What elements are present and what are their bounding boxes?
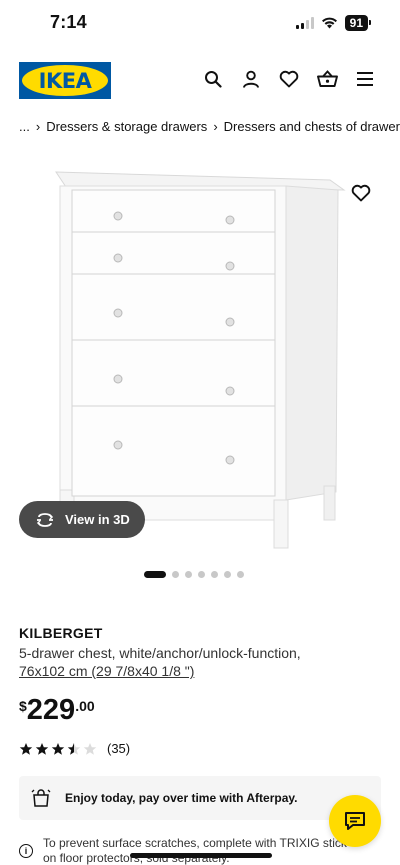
- info-note-text: To prevent surface scratches, complete w…: [43, 836, 351, 865]
- breadcrumb-separator: ›: [213, 119, 218, 134]
- product-price: $ 229 .00: [19, 694, 95, 726]
- info-note: i To prevent surface scratches, complete…: [19, 836, 364, 865]
- afterpay-banner[interactable]: Enjoy today, pay over time with Afterpay…: [19, 776, 381, 820]
- breadcrumb: ... › Dressers & storage drawers › Dress…: [19, 119, 400, 134]
- chat-icon: [345, 812, 365, 830]
- account-icon[interactable]: [240, 68, 262, 90]
- product-rating[interactable]: (35): [19, 741, 130, 756]
- star-full-icon: [51, 742, 65, 755]
- chat-button[interactable]: [329, 795, 381, 847]
- product-description: 5-drawer chest, white/anchor/unlock-func…: [19, 644, 379, 680]
- carousel-indicator[interactable]: [144, 571, 244, 578]
- carousel-dot[interactable]: [172, 571, 179, 578]
- shopping-bag-icon: [31, 789, 51, 807]
- wishlist-heart-icon[interactable]: [351, 184, 373, 206]
- price-whole: 229: [26, 694, 76, 726]
- logo-oval: IKEA: [22, 65, 108, 96]
- star-empty-icon: [83, 742, 97, 755]
- product-image[interactable]: [0, 160, 400, 560]
- dresser-illustration: [55, 171, 346, 549]
- star-full-icon: [35, 742, 49, 755]
- breadcrumb-separator: ›: [35, 119, 41, 134]
- carousel-dot[interactable]: [211, 571, 218, 578]
- carousel-dot[interactable]: [185, 571, 192, 578]
- heart-icon[interactable]: [278, 68, 300, 90]
- search-icon[interactable]: [202, 68, 224, 90]
- price-currency: $: [19, 698, 27, 714]
- status-bar: 7:14 91: [0, 0, 400, 48]
- price-decimals: .00: [75, 698, 95, 714]
- wifi-icon: [321, 17, 338, 29]
- info-icon: i: [19, 844, 33, 858]
- rotate-3d-icon: [36, 512, 54, 527]
- breadcrumb-ellipsis[interactable]: ...: [19, 119, 30, 134]
- breadcrumb-item[interactable]: Dressers & storage drawers: [46, 119, 207, 134]
- site-header: IKEA: [0, 60, 400, 104]
- carousel-dot[interactable]: [237, 571, 244, 578]
- ikea-logo[interactable]: IKEA: [19, 62, 111, 99]
- product-type: 5-drawer chest, white/anchor/unlock-func…: [19, 645, 301, 661]
- afterpay-text: Enjoy today, pay over time with Afterpay…: [65, 791, 298, 805]
- product-name: KILBERGET: [19, 625, 103, 641]
- status-icons: 91: [295, 15, 372, 31]
- basket-icon[interactable]: [316, 68, 338, 90]
- menu-icon[interactable]: [354, 68, 376, 90]
- product-size-link[interactable]: 76x102 cm (29 7/8x40 1/8 "): [19, 663, 194, 679]
- header-actions: [202, 68, 376, 90]
- carousel-dot-active[interactable]: [144, 571, 166, 578]
- status-time: 7:14: [50, 12, 87, 32]
- view-in-3d-label: View in 3D: [65, 512, 130, 527]
- star-half-icon: [67, 742, 81, 755]
- cellular-signal-icon: [295, 17, 314, 29]
- carousel-dot[interactable]: [198, 571, 205, 578]
- view-in-3d-button[interactable]: View in 3D: [19, 501, 145, 538]
- star-full-icon: [19, 742, 33, 755]
- review-count: (35): [107, 741, 131, 756]
- carousel-dot[interactable]: [224, 571, 231, 578]
- breadcrumb-item[interactable]: Dressers and chests of drawers: [224, 119, 400, 134]
- logo-text: IKEA: [38, 68, 92, 93]
- home-indicator[interactable]: [130, 853, 272, 858]
- battery-indicator: 91: [344, 15, 372, 31]
